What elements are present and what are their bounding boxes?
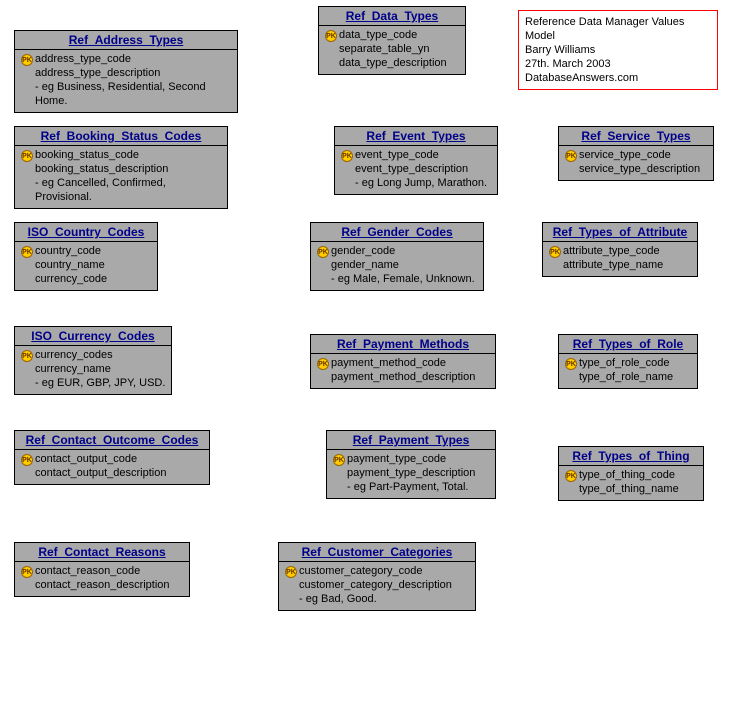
field: gender_code [331,244,395,258]
entity-ref-payment-types: Ref_Payment_Types PKpayment_type_code pa… [326,430,496,499]
pk-icon: PK [565,358,577,370]
entity-ref-contact-reasons: Ref_Contact_Reasons PKcontact_reason_cod… [14,542,190,597]
field: attribute_type_name [563,258,663,272]
entity-title: Ref_Payment_Methods [311,335,495,354]
note: - eg Business, Residential, Second Home. [35,80,233,108]
entity-ref-payment-methods: Ref_Payment_Methods PKpayment_method_cod… [310,334,496,389]
note: - eg Cancelled, Confirmed, Provisional. [35,176,223,204]
field: payment_method_code [331,356,446,370]
pk-icon: PK [21,566,33,578]
entity-title: Ref_Customer_Categories [279,543,475,562]
field: payment_method_description [331,370,475,384]
note: - eg Male, Female, Unknown. [331,272,475,286]
note: - eg Long Jump, Marathon. [355,176,487,190]
pk-icon: PK [21,246,33,258]
entity-ref-service-types: Ref_Service_Types PKservice_type_code se… [558,126,714,181]
pk-icon: PK [21,54,33,66]
entity-ref-address-types: Ref_Address_Types PKaddress_type_code ad… [14,30,238,113]
entity-title: Ref_Contact_Outcome_Codes [15,431,209,450]
pk-icon: PK [21,454,33,466]
field: event_type_description [355,162,468,176]
entity-title: Ref_Payment_Types [327,431,495,450]
field: contact_reason_description [35,578,170,592]
entity-ref-gender-codes: Ref_Gender_Codes PKgender_code gender_na… [310,222,484,291]
entity-title: ISO_Country_Codes [15,223,157,242]
entity-title: Ref_Gender_Codes [311,223,483,242]
entity-title: Ref_Address_Types [15,31,237,50]
pk-icon: PK [317,246,329,258]
pk-icon: PK [341,150,353,162]
pk-icon: PK [549,246,561,258]
entity-title: Ref_Contact_Reasons [15,543,189,562]
field: country_name [35,258,105,272]
field: attribute_type_code [563,244,660,258]
field: currency_name [35,362,111,376]
entity-iso-country-codes: ISO_Country_Codes PKcountry_code country… [14,222,158,291]
entity-title: Ref_Types_of_Thing [559,447,703,466]
note: - eg EUR, GBP, JPY, USD. [35,376,165,390]
field: contact_output_description [35,466,166,480]
entity-ref-types-of-role: Ref_Types_of_Role PKtype_of_role_code ty… [558,334,698,389]
pk-icon: PK [565,470,577,482]
pk-icon: PK [285,566,297,578]
pk-icon: PK [21,350,33,362]
field: service_type_code [579,148,671,162]
field: booking_status_code [35,148,139,162]
info-line: 27th. March 2003 [525,57,711,71]
field: customer_category_description [299,578,452,592]
entity-title: Ref_Service_Types [559,127,713,146]
entity-ref-types-of-thing: Ref_Types_of_Thing PKtype_of_thing_code … [558,446,704,501]
field: data_type_code [339,28,417,42]
field: type_of_thing_name [579,482,679,496]
field: separate_table_yn [339,42,430,56]
field: currency_code [35,272,107,286]
entity-ref-contact-outcome-codes: Ref_Contact_Outcome_Codes PKcontact_outp… [14,430,210,485]
field: country_code [35,244,101,258]
field: service_type_description [579,162,700,176]
field: type_of_role_name [579,370,673,384]
entity-ref-types-of-attribute: Ref_Types_of_Attribute PKattribute_type_… [542,222,698,277]
field: type_of_thing_code [579,468,675,482]
field: customer_category_code [299,564,423,578]
entity-title: ISO_Currency_Codes [15,327,171,346]
entity-ref-data-types: Ref_Data_Types PKdata_type_code separate… [318,6,466,75]
field: address_type_description [35,66,160,80]
entity-title: Ref_Types_of_Role [559,335,697,354]
info-box: Reference Data Manager Values Model Barr… [518,10,718,90]
field: booking_status_description [35,162,168,176]
note: - eg Bad, Good. [299,592,377,606]
pk-icon: PK [325,30,337,42]
pk-icon: PK [317,358,329,370]
field: type_of_role_code [579,356,670,370]
pk-icon: PK [21,150,33,162]
field: contact_reason_code [35,564,140,578]
entity-ref-booking-status-codes: Ref_Booking_Status_Codes PKbooking_statu… [14,126,228,209]
info-line: DatabaseAnswers.com [525,71,711,85]
entity-ref-customer-categories: Ref_Customer_Categories PKcustomer_categ… [278,542,476,611]
pk-icon: PK [565,150,577,162]
entity-title: Ref_Types_of_Attribute [543,223,697,242]
note: - eg Part-Payment, Total. [347,480,468,494]
field: event_type_code [355,148,439,162]
field: payment_type_description [347,466,475,480]
entity-title: Ref_Data_Types [319,7,465,26]
field: contact_output_code [35,452,137,466]
field: payment_type_code [347,452,446,466]
entity-title: Ref_Booking_Status_Codes [15,127,227,146]
field: gender_name [331,258,399,272]
field: currency_codes [35,348,113,362]
entity-ref-event-types: Ref_Event_Types PKevent_type_code event_… [334,126,498,195]
pk-icon: PK [333,454,345,466]
field: data_type_description [339,56,447,70]
entity-title: Ref_Event_Types [335,127,497,146]
field: address_type_code [35,52,131,66]
info-line: Reference Data Manager Values Model [525,15,711,43]
entity-iso-currency-codes: ISO_Currency_Codes PKcurrency_codes curr… [14,326,172,395]
info-line: Barry Williams [525,43,711,57]
